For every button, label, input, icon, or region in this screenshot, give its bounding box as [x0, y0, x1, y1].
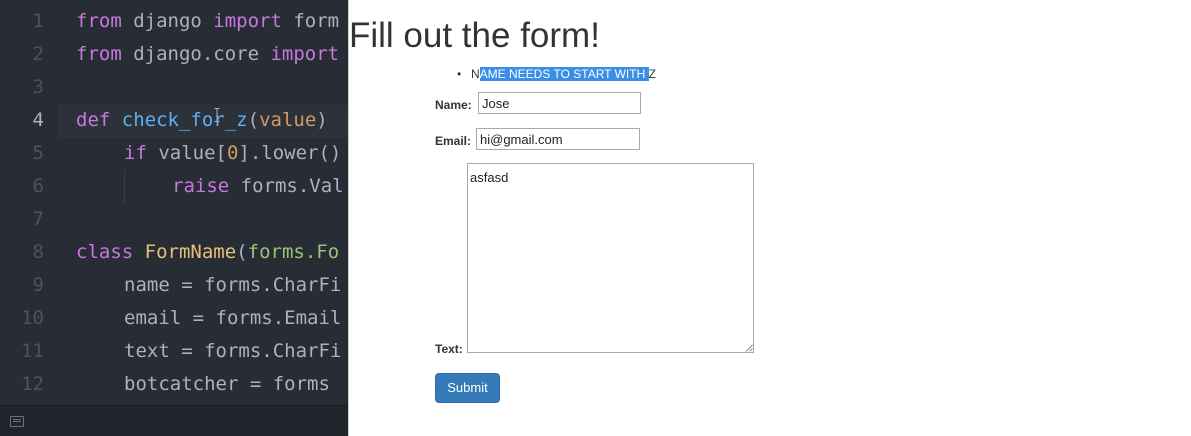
- code-token: value[: [146, 142, 227, 164]
- text-cursor-icon: [214, 108, 220, 122]
- class-name-token: FormName: [144, 241, 237, 263]
- line-number-gutter: 1 2 3 4 5 6 7 8 9 10 11 12: [0, 0, 58, 405]
- keyword-token: if: [124, 142, 147, 164]
- line-number-active: 4: [32, 109, 44, 131]
- line-number: 5: [32, 142, 44, 164]
- line-number: 10: [21, 307, 44, 329]
- keyword-token: from: [76, 43, 122, 65]
- indent-guide: [124, 170, 125, 203]
- code-line-8[interactable]: class FormName(forms.Fo: [76, 236, 339, 269]
- code-token: (: [247, 109, 260, 131]
- keyboard-icon[interactable]: [10, 416, 24, 427]
- name-label: Name:: [435, 98, 472, 112]
- email-input[interactable]: [476, 128, 640, 150]
- code-line-1[interactable]: from django import form: [76, 5, 339, 38]
- code-token: ].lower(): [238, 142, 342, 164]
- line-number: 9: [32, 274, 44, 296]
- keyword-token: import: [270, 43, 340, 65]
- parameter-token: value: [259, 109, 317, 131]
- resize-grip-icon[interactable]: [745, 344, 753, 352]
- code-token: django: [121, 10, 214, 32]
- keyword-token: class: [76, 241, 134, 263]
- code-token: django.core: [121, 43, 271, 65]
- code-token: ): [316, 109, 328, 131]
- name-input[interactable]: [478, 92, 641, 114]
- submit-button[interactable]: Submit: [435, 373, 500, 403]
- code-line-12[interactable]: botcatcher = forms: [124, 368, 330, 401]
- line-number: 7: [32, 208, 44, 230]
- text-label: Text:: [435, 342, 463, 356]
- line-number: 11: [21, 340, 44, 362]
- error-text-last: Z: [648, 67, 656, 81]
- error-list: • NAME NEEDS TO START WITH Z: [457, 66, 656, 82]
- code-editor[interactable]: 1 2 3 4 5 6 7 8 9 10 11 12 from django i…: [0, 0, 348, 436]
- number-token: 0: [226, 142, 239, 164]
- code-line-9[interactable]: name = forms.CharFi: [124, 269, 341, 302]
- error-text-first: N: [471, 67, 480, 81]
- screen: 1 2 3 4 5 6 7 8 9 10 11 12 from django i…: [0, 0, 1191, 436]
- function-name-token: check_for_z: [121, 109, 248, 131]
- keyword-token: from: [76, 10, 122, 32]
- code-line-4[interactable]: def check_for_z(value): [76, 104, 328, 137]
- error-item: • NAME NEEDS TO START WITH Z: [457, 66, 656, 82]
- code-line-2[interactable]: from django.core import: [76, 38, 339, 71]
- code-line-6[interactable]: raise forms.Val: [172, 170, 344, 203]
- line-number: 1: [32, 10, 44, 32]
- error-text-selected[interactable]: AME NEEDS TO START WITH: [479, 67, 649, 81]
- code-line-11[interactable]: text = forms.CharFi: [124, 335, 341, 368]
- base-class-token: forms.Fo: [247, 241, 340, 263]
- line-number: 3: [32, 76, 44, 98]
- status-bar: [0, 405, 348, 436]
- text-area[interactable]: asfasd: [467, 163, 754, 353]
- email-label: Email:: [435, 134, 472, 148]
- keyword-token: def: [76, 109, 111, 131]
- code-token: forms.Val: [229, 175, 344, 197]
- keyword-token: raise: [172, 175, 230, 197]
- browser-page: Fill out the form! • NAME NEEDS TO START …: [348, 0, 1191, 436]
- code-line-10[interactable]: email = forms.Email: [124, 302, 341, 335]
- line-number: 8: [32, 241, 44, 263]
- code-token: (: [236, 241, 248, 263]
- code-line-5[interactable]: if value[0].lower(): [124, 137, 341, 170]
- page-title: Fill out the form!: [349, 16, 600, 55]
- keyword-token: import: [213, 10, 282, 32]
- bullet-icon: •: [457, 67, 462, 81]
- code-token: form: [281, 10, 340, 32]
- line-number: 6: [32, 175, 44, 197]
- line-number: 12: [21, 373, 44, 395]
- line-number: 2: [32, 43, 44, 65]
